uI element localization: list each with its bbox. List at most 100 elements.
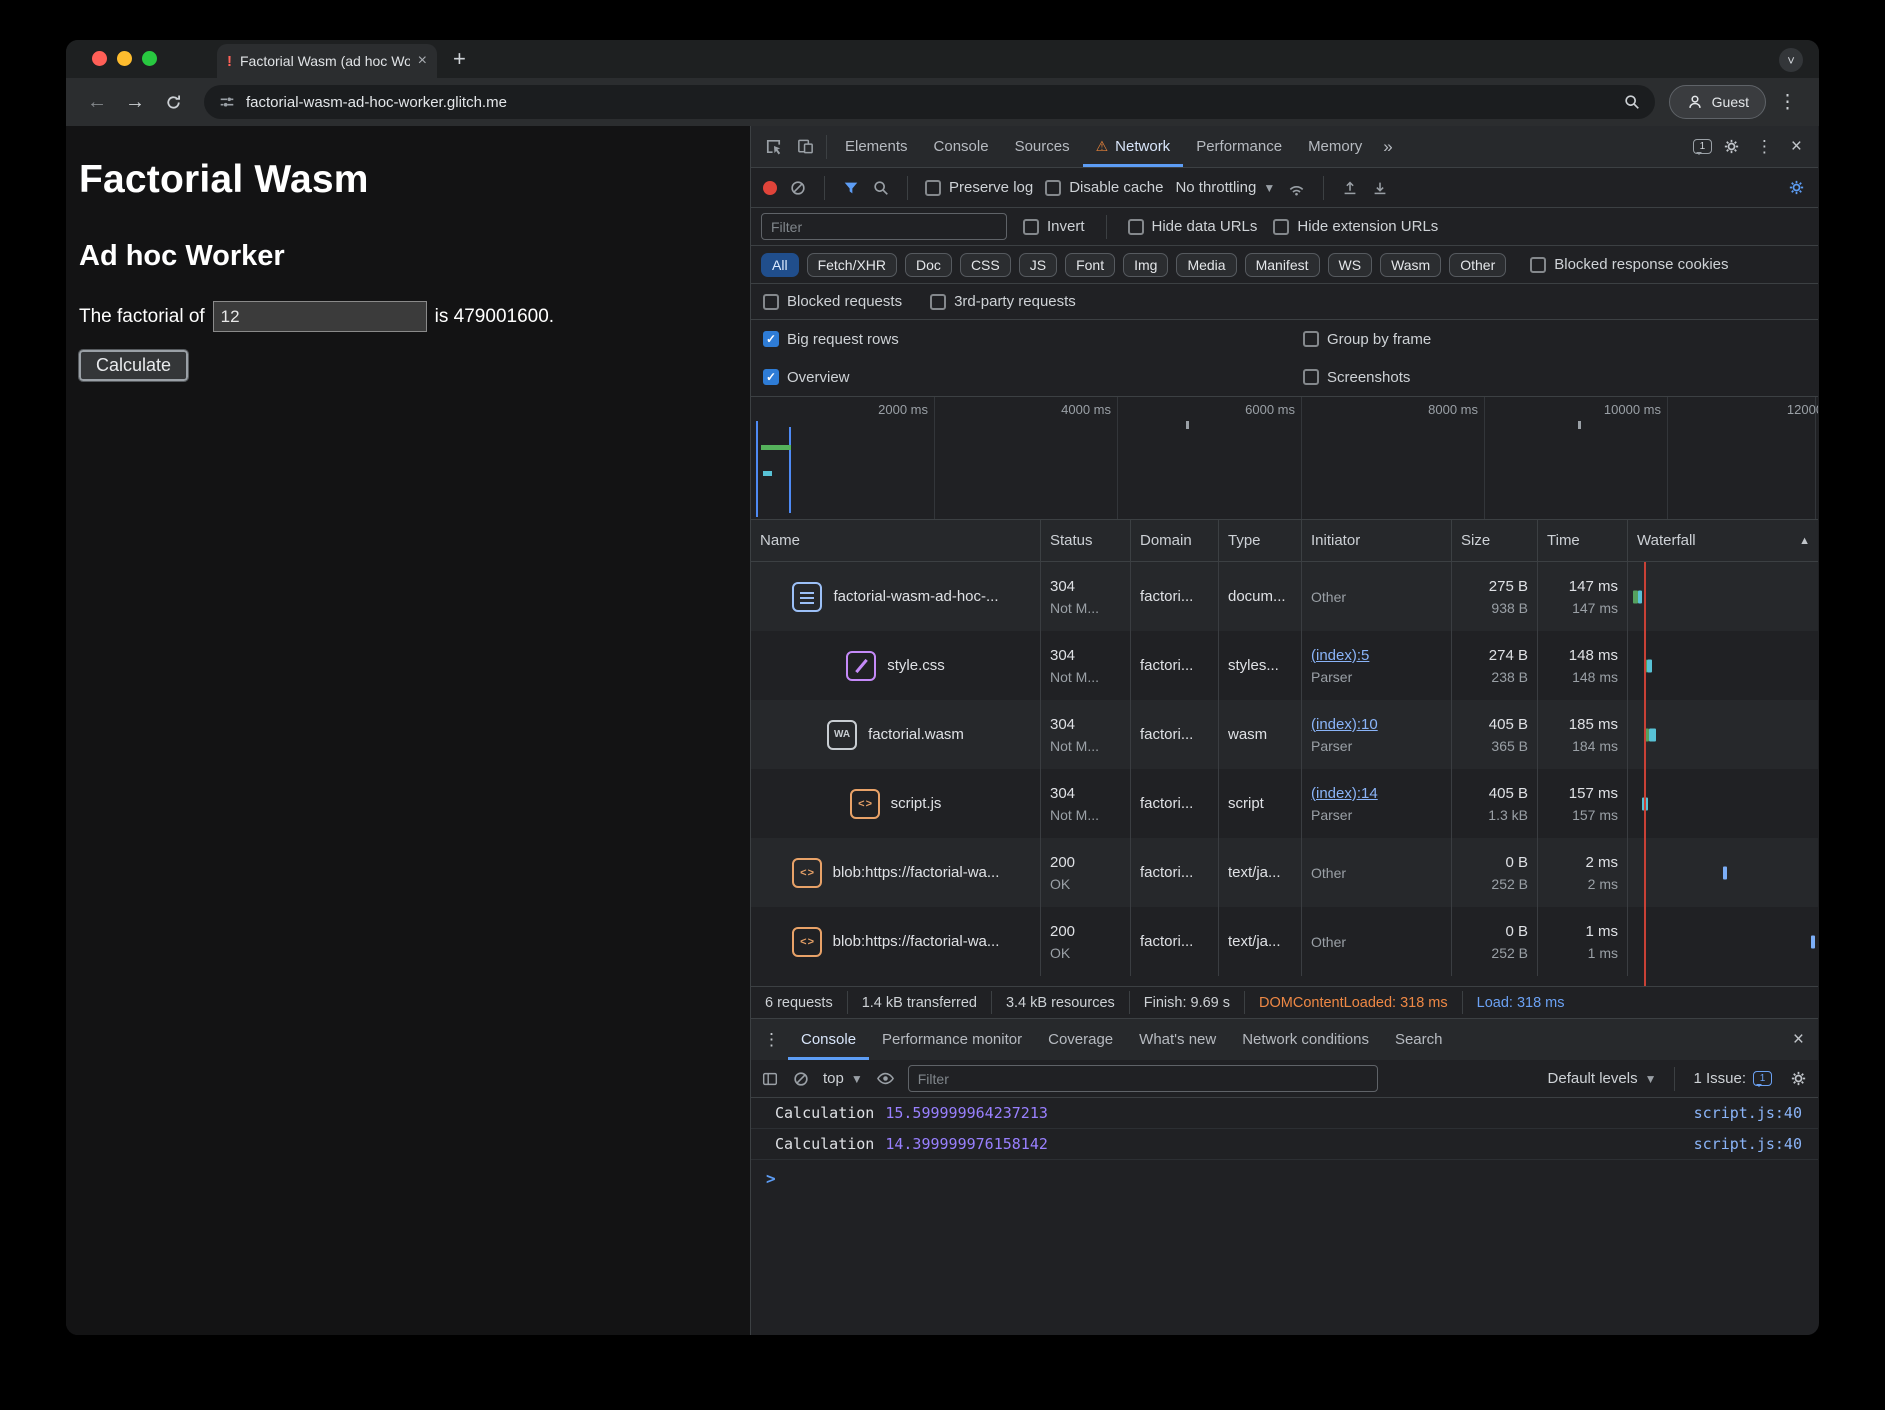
column-header-size[interactable]: Size (1452, 520, 1538, 561)
overview-checkbox[interactable]: Overview (763, 369, 1303, 386)
table-row[interactable]: style.css 304Not M... factori... styles.… (751, 631, 1818, 700)
column-header-status[interactable]: Status (1041, 520, 1131, 561)
filter-funnel-icon[interactable] (842, 179, 860, 197)
export-har-icon[interactable] (1371, 179, 1389, 197)
console-messages-icon[interactable]: 1 (1693, 139, 1712, 154)
console-message[interactable]: Calculation 15.599999964237213 script.js… (751, 1098, 1818, 1129)
network-overview-timeline[interactable]: 2000 ms 4000 ms 6000 ms 8000 ms 10000 ms… (751, 397, 1818, 520)
network-conditions-icon[interactable] (1287, 178, 1306, 197)
device-toolbar-icon[interactable] (789, 131, 821, 163)
drawer-tab-network-conditions[interactable]: Network conditions (1229, 1019, 1382, 1060)
filter-chip-wasm[interactable]: Wasm (1380, 253, 1441, 277)
network-filter-input[interactable] (761, 213, 1007, 240)
checkbox-unchecked[interactable] (1530, 257, 1546, 273)
eye-icon[interactable] (876, 1069, 895, 1088)
back-button[interactable]: ← (80, 85, 114, 119)
filter-chip-doc[interactable]: Doc (905, 253, 952, 277)
table-row[interactable]: script.js 304Not M... factori... script … (751, 769, 1818, 838)
table-row[interactable]: factorial-wasm-ad-hoc-... 304Not M... fa… (751, 562, 1818, 631)
zoom-icon[interactable] (1623, 93, 1641, 111)
filter-chip-js[interactable]: JS (1019, 253, 1057, 277)
filter-chip-manifest[interactable]: Manifest (1245, 253, 1320, 277)
checkbox-unchecked[interactable] (1303, 331, 1319, 347)
filter-chip-ws[interactable]: WS (1328, 253, 1373, 277)
url-text[interactable]: factorial-wasm-ad-hoc-worker.glitch.me (246, 94, 1613, 111)
column-header-domain[interactable]: Domain (1131, 520, 1219, 561)
throttling-dropdown[interactable]: No throttling ▼ (1175, 179, 1275, 196)
execution-context-dropdown[interactable]: top ▼ (823, 1070, 863, 1087)
filter-chip-other[interactable]: Other (1449, 253, 1506, 277)
blocked-requests-checkbox[interactable]: Blocked requests (763, 293, 902, 310)
tab-search-chevron-icon[interactable]: ˅ (1779, 48, 1803, 72)
browser-tab[interactable]: ! Factorial Wasm (ad hoc Work × (217, 44, 437, 78)
console-sidebar-icon[interactable] (761, 1070, 779, 1088)
drawer-tab-whats-new[interactable]: What's new (1126, 1019, 1229, 1060)
screenshots-checkbox[interactable]: Screenshots (1303, 369, 1806, 386)
browser-menu-icon[interactable]: ⋮ (1770, 91, 1805, 114)
checkbox-unchecked[interactable] (1128, 219, 1144, 235)
console-message[interactable]: Calculation 14.399999976158142 script.js… (751, 1129, 1818, 1160)
hide-data-urls-checkbox[interactable]: Hide data URLs (1128, 218, 1258, 235)
close-devtools-icon[interactable]: × (1781, 136, 1812, 158)
console-settings-gear-icon[interactable] (1789, 1069, 1808, 1088)
default-levels-dropdown[interactable]: Default levels ▼ (1548, 1070, 1657, 1087)
disable-cache-checkbox[interactable]: Disable cache (1045, 179, 1163, 196)
filter-chip-fetch-xhr[interactable]: Fetch/XHR (807, 253, 897, 277)
tab-sources[interactable]: Sources (1002, 126, 1083, 167)
new-tab-button[interactable]: + (453, 46, 466, 72)
table-row[interactable]: factorial.wasm 304Not M... factori... wa… (751, 700, 1818, 769)
inspect-element-icon[interactable] (757, 131, 789, 163)
console-prompt-chevron[interactable]: > (751, 1160, 1818, 1188)
console-filter-input[interactable] (908, 1065, 1378, 1092)
initiator-link[interactable]: (index):14 (1311, 785, 1442, 802)
message-source-link[interactable]: script.js:40 (1694, 1104, 1802, 1122)
filter-chip-media[interactable]: Media (1176, 253, 1236, 277)
checkbox-unchecked[interactable] (925, 180, 941, 196)
tab-elements[interactable]: Elements (832, 126, 921, 167)
checkbox-unchecked[interactable] (930, 294, 946, 310)
invert-checkbox[interactable]: Invert (1023, 218, 1085, 235)
message-source-link[interactable]: script.js:40 (1694, 1135, 1802, 1153)
settings-gear-icon[interactable] (1716, 131, 1748, 163)
clear-icon[interactable] (789, 179, 807, 197)
clear-console-icon[interactable] (792, 1070, 810, 1088)
import-har-icon[interactable] (1341, 179, 1359, 197)
drawer-tab-coverage[interactable]: Coverage (1035, 1019, 1126, 1060)
filter-chip-all[interactable]: All (761, 253, 799, 277)
close-drawer-icon[interactable]: × (1783, 1029, 1814, 1051)
filter-chip-css[interactable]: CSS (960, 253, 1011, 277)
maximize-window-button[interactable] (142, 51, 157, 66)
table-row[interactable]: blob:https://factorial-wa... 200OK facto… (751, 907, 1818, 976)
minimize-window-button[interactable] (117, 51, 132, 66)
preserve-log-checkbox[interactable]: Preserve log (925, 179, 1033, 196)
devtools-menu-icon[interactable]: ⋮ (1748, 137, 1781, 157)
blocked-response-cookies-checkbox[interactable]: Blocked response cookies (1530, 256, 1728, 273)
checkbox-unchecked[interactable] (1303, 369, 1319, 385)
site-settings-icon[interactable] (218, 93, 236, 111)
column-header-type[interactable]: Type (1219, 520, 1302, 561)
column-header-name[interactable]: Name (751, 520, 1041, 561)
checkbox-unchecked[interactable] (1045, 180, 1061, 196)
column-header-initiator[interactable]: Initiator (1302, 520, 1452, 561)
calculate-button[interactable]: Calculate (79, 350, 188, 381)
forward-button[interactable]: → (118, 85, 152, 119)
factorial-input[interactable] (213, 301, 427, 332)
record-icon[interactable] (763, 181, 777, 195)
hide-extension-urls-checkbox[interactable]: Hide extension URLs (1273, 218, 1438, 235)
column-header-time[interactable]: Time (1538, 520, 1628, 561)
big-request-rows-checkbox[interactable]: Big request rows (763, 331, 1303, 348)
third-party-requests-checkbox[interactable]: 3rd-party requests (930, 293, 1076, 310)
drawer-tab-console[interactable]: Console (788, 1019, 869, 1060)
table-row[interactable]: blob:https://factorial-wa... 200OK facto… (751, 838, 1818, 907)
guest-profile-button[interactable]: Guest (1669, 85, 1766, 119)
tab-memory[interactable]: Memory (1295, 126, 1375, 167)
tab-network[interactable]: ⚠ Network (1083, 126, 1184, 167)
reload-button[interactable] (156, 85, 190, 119)
issues-counter[interactable]: 1 Issue: 1 (1693, 1070, 1776, 1087)
checkbox-unchecked[interactable] (1023, 219, 1039, 235)
tab-performance[interactable]: Performance (1183, 126, 1295, 167)
column-header-waterfall[interactable]: Waterfall▲ (1628, 520, 1818, 561)
network-settings-gear-icon[interactable] (1787, 178, 1806, 197)
search-icon[interactable] (872, 179, 890, 197)
tab-close-icon[interactable]: × (418, 52, 427, 70)
